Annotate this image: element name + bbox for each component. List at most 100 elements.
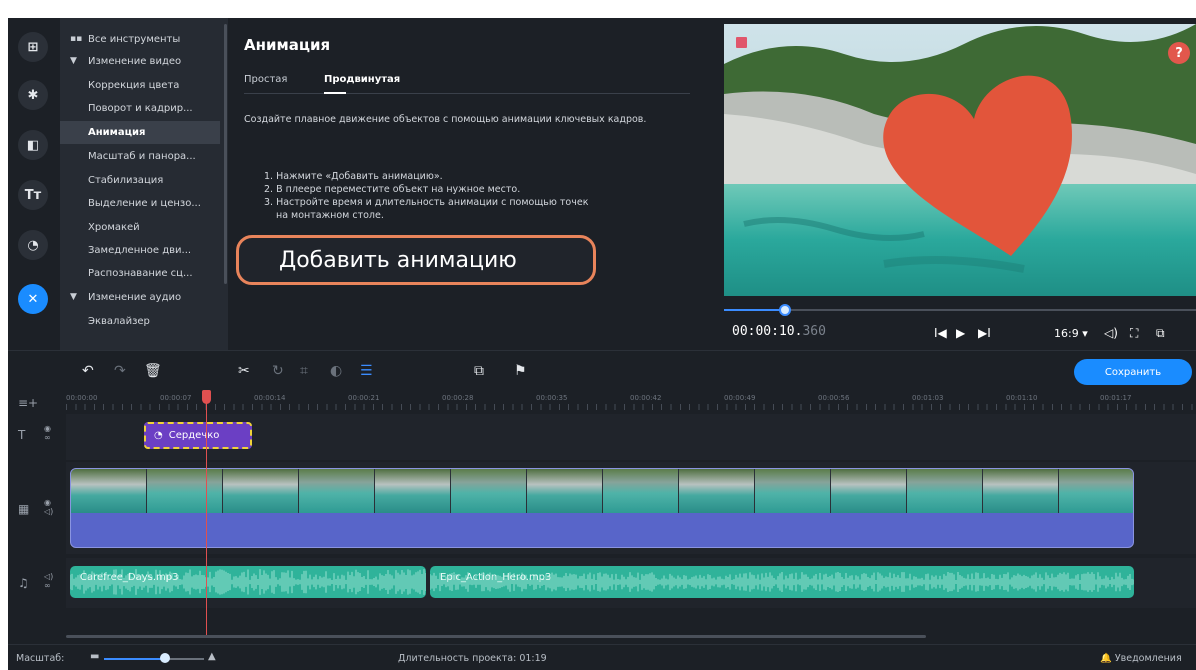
zoom-label: Масштаб: xyxy=(16,653,65,664)
notifications-button[interactable]: 🔔 Уведомления xyxy=(1100,653,1182,664)
timeline-ruler[interactable]: 00:00:00 00:00:07 00:00:14 00:00:21 00:0… xyxy=(66,392,1196,412)
play-icon[interactable]: ▶ xyxy=(956,326,965,340)
thumbnail xyxy=(907,469,983,513)
aspect-ratio-select[interactable]: 16:9 ▾ xyxy=(1054,327,1088,340)
tool-animation[interactable]: Анимация xyxy=(60,121,220,144)
save-button[interactable]: Сохранить xyxy=(1074,359,1192,385)
previous-frame-icon[interactable]: I◀ xyxy=(934,326,947,340)
video-track-icon: ▦ xyxy=(18,502,30,516)
tool-slow-motion[interactable]: Замедленное дви... xyxy=(60,239,220,262)
player: ? 00:00:10.360 I◀ ▶ ▶I 16:9 ▾ ◁) ⛶ ⧉ xyxy=(724,24,1196,350)
tool-equalizer[interactable]: Эквалайзер xyxy=(60,310,220,333)
volume-icon[interactable]: ◁) xyxy=(1104,326,1118,340)
thumbnail xyxy=(603,469,679,513)
text-track-icon: T xyxy=(18,428,26,442)
delete-icon[interactable]: 🗑 xyxy=(144,363,162,379)
left-icon-bar: ⊞ ✱ ◧ Tт ◔ ✕ xyxy=(8,18,60,350)
tab-simple[interactable]: Простая xyxy=(244,74,287,85)
chevron-down-icon: ▼ xyxy=(70,292,77,302)
crop-icon[interactable]: ⌗ xyxy=(300,363,308,379)
text-clip[interactable]: ◔ Сердечко xyxy=(144,422,252,449)
audio-clip-1[interactable]: Carefree_Days.mp3 xyxy=(70,566,426,598)
tool-group-video[interactable]: ▼ Изменение видео xyxy=(60,50,220,73)
titles-icon[interactable]: Tт xyxy=(18,180,48,210)
import-icon[interactable]: ⊞ xyxy=(18,32,48,62)
overlay-icon[interactable]: ⧉ xyxy=(474,363,484,379)
marker-flag-icon[interactable]: ⚑ xyxy=(514,363,527,379)
clip-properties-icon[interactable]: ☰ xyxy=(360,363,373,379)
undo-icon[interactable]: ↶ xyxy=(82,363,94,379)
tool-scene-detection[interactable]: Распознавание сц... xyxy=(60,262,220,285)
ruler-label: 00:01:03 xyxy=(912,394,944,402)
ruler-label: 00:01:10 xyxy=(1006,394,1038,402)
ruler-label: 00:00:14 xyxy=(254,394,286,402)
playhead-handle[interactable] xyxy=(202,390,211,404)
thumbnail xyxy=(71,469,147,513)
playhead[interactable] xyxy=(206,396,207,638)
transitions-icon[interactable]: ◧ xyxy=(18,130,48,160)
ruler-label: 00:00:00 xyxy=(66,394,98,402)
color-adjust-icon[interactable]: ◐ xyxy=(330,363,342,379)
project-duration: Длительность проекта: 01:19 xyxy=(398,653,547,664)
tool-chroma-key[interactable]: Хромакей xyxy=(60,216,220,239)
tool-pan-zoom[interactable]: Масштаб и панора... xyxy=(60,145,220,168)
ruler-label: 00:00:21 xyxy=(348,394,380,402)
grid-icon: ▪▪ xyxy=(70,34,83,44)
instruction-steps: 1. Нажмите «Добавить анимацию». 2. В пле… xyxy=(264,170,694,222)
audio-track-toggles-icon[interactable]: ◁) ∞ xyxy=(44,572,53,590)
zoom-out-icon[interactable]: ▬ xyxy=(90,651,99,662)
next-frame-icon[interactable]: ▶I xyxy=(978,326,991,340)
stickers-icon[interactable]: ◔ xyxy=(18,230,48,260)
video-thumbnails xyxy=(71,469,1133,513)
active-tab-indicator xyxy=(324,92,346,94)
tools-icon[interactable]: ✕ xyxy=(18,284,48,314)
text-track-toggles-icon[interactable]: ◉ ∞ xyxy=(44,424,51,442)
thumbnail xyxy=(679,469,755,513)
video-clip[interactable] xyxy=(70,468,1134,548)
chevron-down-icon: ▼ xyxy=(70,56,77,66)
zoom-in-icon[interactable]: ▲ xyxy=(208,651,216,662)
status-bar: Масштаб: ▬ ▲ Длительность проекта: 01:19… xyxy=(8,644,1196,670)
ruler-label: 00:00:07 xyxy=(160,394,192,402)
timeline-toolbar: ↶ ↷ 🗑 ✂ ↻ ⌗ ◐ ☰ ⧉ ⚑ Сохранить xyxy=(8,350,1196,392)
zoom-fill xyxy=(104,658,162,660)
tool-group-audio[interactable]: ▼ Изменение аудио xyxy=(60,286,220,309)
zoom-slider[interactable] xyxy=(104,658,204,660)
magic-icon[interactable]: ✱ xyxy=(18,80,48,110)
timeline-scrollbar[interactable] xyxy=(66,635,926,638)
animation-tabs: Простая Продвинутая xyxy=(244,68,690,94)
detach-player-icon[interactable]: ⧉ xyxy=(1156,326,1165,341)
ruler-label: 00:00:56 xyxy=(818,394,850,402)
fullscreen-icon[interactable]: ⛶ xyxy=(1130,326,1138,341)
thumbnail xyxy=(755,469,831,513)
thumbnail xyxy=(1059,469,1133,513)
video-track-toggles-icon[interactable]: ◉ ◁) xyxy=(44,498,53,516)
tool-highlight-censor[interactable]: Выделение и цензо... xyxy=(60,192,220,215)
tool-color-correction[interactable]: Коррекция цвета xyxy=(60,74,220,97)
thumbnail xyxy=(831,469,907,513)
thumbnail xyxy=(983,469,1059,513)
audio-clip-2[interactable]: Epic_Action_Hero.mp3 xyxy=(430,566,1134,598)
player-scrubber[interactable] xyxy=(724,309,1196,311)
tool-stabilization[interactable]: Стабилизация xyxy=(60,169,220,192)
cut-icon[interactable]: ✂ xyxy=(238,363,250,379)
thumbnail xyxy=(527,469,603,513)
record-indicator-icon xyxy=(736,37,747,48)
redo-icon[interactable]: ↷ xyxy=(114,363,126,379)
rotate-icon[interactable]: ↻ xyxy=(272,363,284,379)
tool-all-tools[interactable]: ▪▪ Все инструменты xyxy=(60,28,220,51)
ruler-label: 00:00:42 xyxy=(630,394,662,402)
tools-scrollbar[interactable] xyxy=(224,24,227,284)
scrubber-progress xyxy=(724,309,786,311)
thumbnail xyxy=(223,469,299,513)
add-track-icon[interactable]: ≡+ xyxy=(18,396,38,410)
help-button[interactable]: ? xyxy=(1168,42,1190,64)
tool-rotate-crop[interactable]: Поворот и кадрир... xyxy=(60,97,220,120)
scrubber-handle[interactable] xyxy=(779,304,792,316)
ruler-label: 00:00:49 xyxy=(724,394,756,402)
zoom-handle[interactable] xyxy=(160,653,170,663)
tab-advanced[interactable]: Продвинутая xyxy=(324,74,400,85)
video-preview[interactable]: ? xyxy=(724,24,1196,296)
thumbnail xyxy=(451,469,527,513)
add-animation-button[interactable]: Добавить анимацию xyxy=(236,235,596,285)
